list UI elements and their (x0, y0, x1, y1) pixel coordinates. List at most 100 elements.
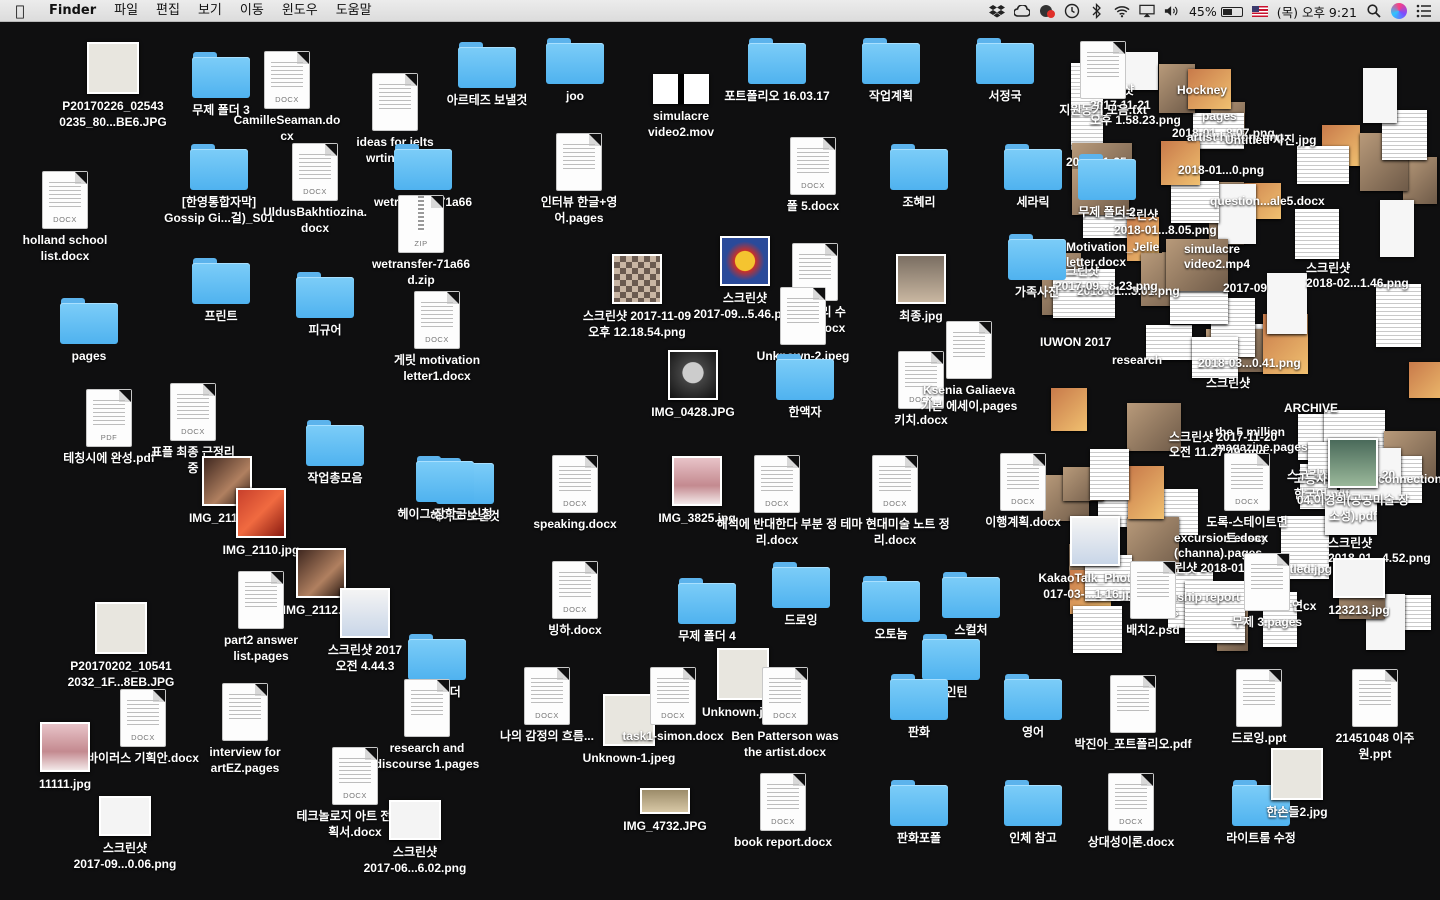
menu-help[interactable]: 도움말 (327, 0, 381, 22)
image-file-p20170202-10541[interactable]: P20170202_10541 2032_1F...8EB.JPG (56, 602, 186, 690)
image-file-04-이경희-공공미술-장[interactable]: 04.이경희(공공미술 장 소성).pdf (1288, 438, 1418, 524)
menu-finder[interactable]: Finder (40, 0, 105, 22)
folder-헤이그-장학금-신청[interactable]: 헤이그 장학금 신청 (380, 456, 510, 522)
overlapping-file-icon[interactable] (1128, 466, 1164, 519)
file-name-label: IMG_0428.JPG (651, 405, 735, 419)
document-file-박진아-포트폴리오-pdf[interactable]: 박진아_포트폴리오.pdf (1068, 676, 1198, 752)
overlapping-file-icon[interactable] (1297, 146, 1349, 184)
folder-포트폴리오-16-03-17[interactable]: 포트폴리오 16.03.17 (712, 38, 842, 104)
document-file-드로잉-ppt[interactable]: 드로잉.ppt (1194, 670, 1324, 746)
document-file-게릿-motivation[interactable]: DOCX 게릿 motivation letter1.docx (372, 292, 502, 384)
spotlight-search-icon[interactable] (1366, 3, 1382, 19)
folder-한액자[interactable]: 한액자 (740, 354, 870, 420)
file-name-label: part2 answer list.pages (223, 633, 299, 663)
folder-판화[interactable]: 판화 (854, 674, 984, 740)
document-file-무제-3-pages[interactable]: 무제 3.pages (1202, 554, 1332, 630)
file-name-label: Ksenia Galiaeva 기본 에세이.pages (920, 383, 1018, 413)
us-flag-input-icon[interactable] (1251, 5, 1268, 17)
menu-go[interactable]: 이동 (231, 0, 273, 22)
menu-window[interactable]: 윈도우 (273, 0, 327, 22)
text-document-icon (405, 680, 449, 736)
image-file-한손들2-jpg[interactable]: 한손들2.jpg (1232, 748, 1362, 820)
file-type-tag: DOCX (765, 499, 789, 508)
overlapping-file-icon[interactable] (1218, 184, 1256, 244)
overlapping-file-icon[interactable] (1051, 388, 1087, 431)
docx-document-icon: DOCX (873, 456, 917, 512)
file-type-tag: DOCX (801, 181, 825, 190)
file-name-label: 인터뷰 한글+영 어.pages (540, 195, 618, 225)
folder-조혜리[interactable]: 조혜리 (854, 144, 984, 210)
folder-pages[interactable]: pages (24, 298, 154, 364)
file-type-tag: DOCX (1119, 817, 1143, 826)
overlapping-file-icon[interactable] (1380, 200, 1414, 257)
file-name-label: interview for artEZ.pages (209, 745, 281, 775)
file-name-label: 포트폴리오 16.03.17 (724, 89, 830, 103)
document-file-ben-patterson-was[interactable]: DOCX Ben Patterson was the artist.docx (720, 668, 850, 760)
folder-가족사진[interactable]: 가족사진 (972, 234, 1102, 300)
overlapping-file-icon[interactable] (1295, 209, 1339, 259)
document-file-배치2-psd[interactable]: 배치2.psd (1088, 562, 1218, 638)
folder-스컬처[interactable]: 스컬처 (906, 572, 1036, 638)
folder-작업계획[interactable]: 작업계획 (826, 38, 956, 104)
overlapping-file-icon[interactable] (1376, 284, 1421, 347)
folder-icon (416, 456, 474, 502)
file-type-tag: DOCX (773, 711, 797, 720)
folder-icon (862, 38, 920, 84)
document-file-speaking-docx[interactable]: DOCX speaking.docx (510, 456, 640, 532)
document-file-인터뷰-한글-영[interactable]: 인터뷰 한글+영 어.pages (514, 134, 644, 226)
document-file-unknown-2-jpeg[interactable]: Unknown-2.jpeg (738, 288, 868, 364)
folder-icon (890, 780, 948, 826)
notification-badge-icon[interactable] (1039, 3, 1055, 19)
notification-center-icon[interactable] (1416, 3, 1432, 19)
overlapping-file-icon[interactable] (1363, 68, 1397, 123)
file-name-label: Ben Patterson was the artist.docx (731, 729, 839, 759)
file-type-tag: DOCX (883, 499, 907, 508)
wifi-icon[interactable] (1114, 3, 1130, 19)
creative-cloud-icon[interactable] (1013, 3, 1030, 19)
overlapping-file-icon[interactable] (1403, 157, 1437, 204)
document-file-ksenia-galiaeva[interactable]: Ksenia Galiaeva 기본 에세이.pages (904, 322, 1034, 414)
document-file-테마-현대미술-노트-정[interactable]: DOCX 테마 현대미술 노트 정 리.docx (830, 456, 960, 548)
file-name-label: 프린트 (204, 309, 238, 323)
menu-file[interactable]: 파일 (105, 0, 147, 22)
image-thumbnail-icon (1328, 438, 1378, 488)
bluetooth-icon[interactable] (1089, 3, 1105, 19)
overlapping-file-label: 스크린샷 2018-02...1.46.png (1306, 261, 1409, 290)
file-name-label: 123213.jpg (1328, 603, 1390, 617)
image-file-스크린샷[interactable]: 스크린샷 2017-09...0.06.png (60, 796, 190, 872)
battery-icon (1220, 7, 1243, 17)
airplay-icon[interactable] (1139, 3, 1155, 19)
text-document-icon (239, 572, 283, 628)
apple-menu-icon[interactable]:  (0, 2, 40, 20)
file-type-tag: DOCX (425, 335, 449, 344)
folder-무제-폴더-2[interactable]: 무제 폴더 2 (1042, 154, 1172, 220)
overlapping-file-icon[interactable] (1409, 362, 1440, 398)
document-file-holland-school[interactable]: DOCX holland school list.docx (0, 172, 130, 264)
file-name-label: book report.docx (733, 835, 832, 849)
volume-icon[interactable] (1164, 3, 1180, 19)
image-file-최종-jpg[interactable]: 최종.jpg (856, 254, 986, 324)
document-file-빙하-docx[interactable]: DOCX 빙하.docx (510, 562, 640, 638)
document-file-지원동기-모음-txt[interactable]: 지원동기 모음.txt (1038, 42, 1168, 118)
folder-피규어[interactable]: 피규어 (260, 272, 390, 338)
document-file-상대성이론-docx[interactable]: DOCX 상대성이론.docx (1066, 774, 1196, 850)
image-file-img-4732-jpg[interactable]: IMG_4732.JPG (600, 788, 730, 834)
menu-view[interactable]: 보기 (189, 0, 231, 22)
battery-percentage[interactable]: 45% (1189, 4, 1243, 19)
file-name-label: P20170226_02543 0235_80...BE6.JPG (59, 99, 167, 129)
image-thumbnail-icon (1070, 516, 1120, 566)
desktop[interactable]: 스크린샷2018-01...3.01.png스크린샷 2017-11-20201… (0, 22, 1440, 900)
image-file-스크린샷[interactable]: 스크린샷 2017-06...6.02.png (350, 800, 480, 876)
folder-판화포폴[interactable]: 판화포폴 (854, 780, 984, 846)
siri-icon[interactable] (1391, 3, 1407, 19)
document-file-book-report-docx[interactable]: DOCX book report.docx (718, 774, 848, 850)
overlapping-file-icon[interactable] (1267, 273, 1307, 334)
menu-edit[interactable]: 편집 (147, 0, 189, 22)
image-file-11111-jpg[interactable]: 11111.jpg (0, 722, 130, 792)
time-machine-icon[interactable] (1064, 3, 1080, 19)
overlapping-file-icon[interactable] (1090, 449, 1129, 500)
document-file-해석에-반대한다-부분-정[interactable]: DOCX 해석에 반대한다 부분 정 리.docx (712, 456, 842, 548)
dropbox-icon[interactable] (988, 3, 1005, 19)
menu-clock[interactable]: (목) 오후 9:21 (1277, 2, 1357, 21)
image-thumbnail-icon (1333, 558, 1385, 598)
